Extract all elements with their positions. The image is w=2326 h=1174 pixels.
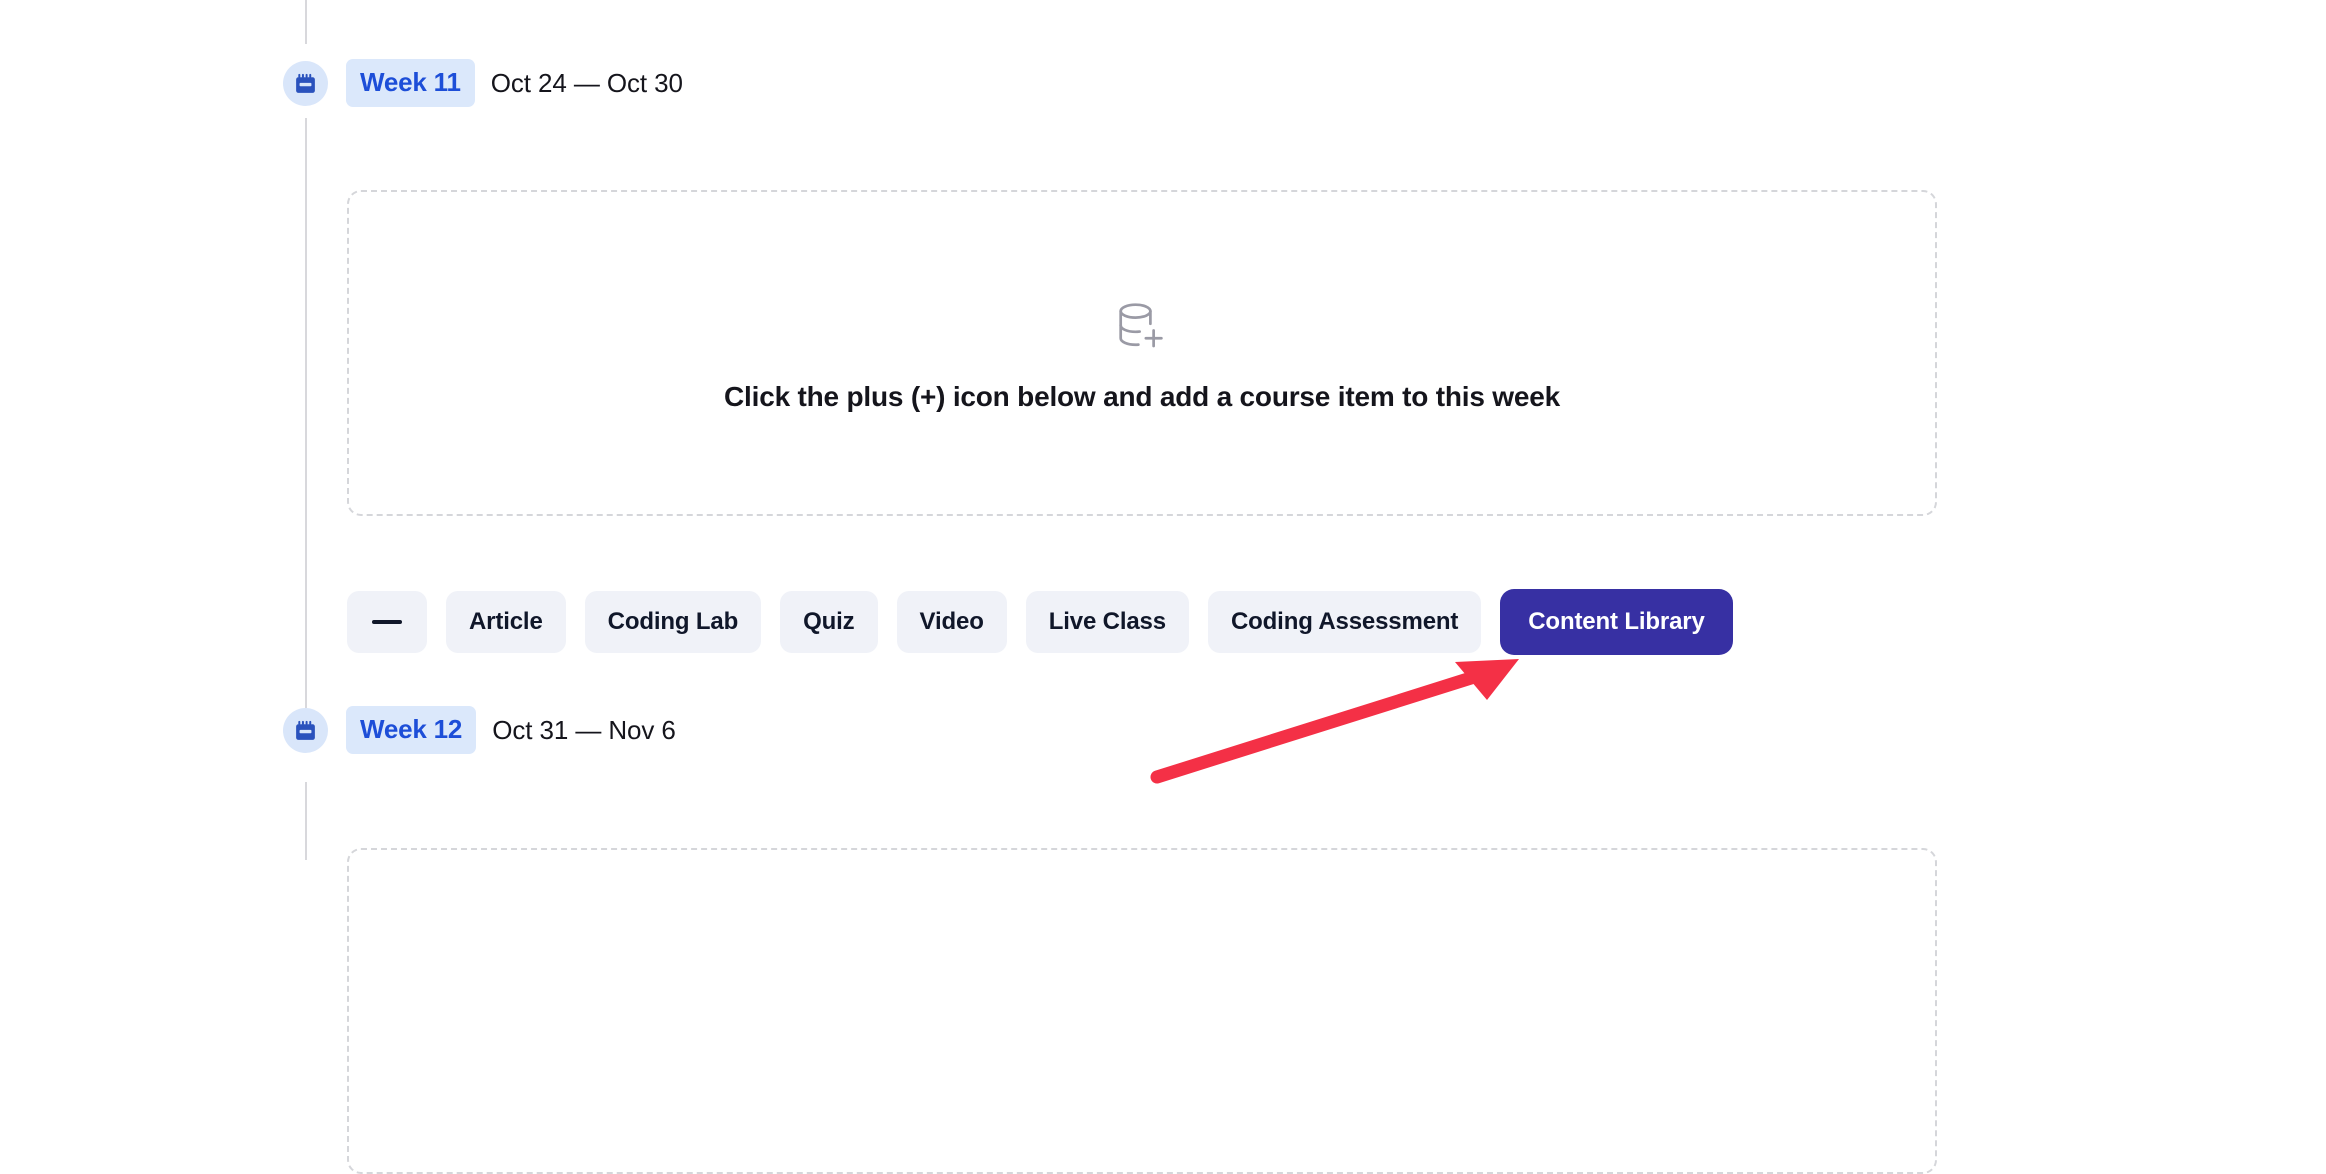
week-header-row[interactable]: Week 11 Oct 24 — Oct 30 [283, 59, 683, 107]
week-badge: Week 12 [346, 706, 477, 754]
week-date-range: Oct 24 — Oct 30 [490, 68, 683, 98]
week-empty-dropzone[interactable]: Click the plus (+) icon below and add a … [347, 190, 1937, 516]
add-coding-lab-button[interactable]: Coding Lab [584, 591, 762, 653]
timeline-rail-bottom [305, 782, 307, 860]
empty-state-message: Click the plus (+) icon below and add a … [724, 381, 1560, 412]
add-live-class-button[interactable]: Live Class [1025, 591, 1189, 653]
add-coding-assessment-button[interactable]: Coding Assessment [1207, 591, 1482, 653]
content-library-button[interactable]: Content Library [1500, 589, 1733, 655]
add-item-toolbar: Article Coding Lab Quiz Video Live Class… [347, 589, 1733, 655]
database-plus-icon [1111, 295, 1173, 357]
add-article-button[interactable]: Article [446, 591, 566, 653]
week-date-range: Oct 31 — Nov 6 [492, 715, 676, 745]
week-empty-dropzone[interactable] [347, 848, 1937, 1174]
timeline-rail-middle [305, 118, 307, 708]
minus-icon [372, 620, 402, 624]
week-badge: Week 11 [346, 59, 475, 107]
week-header-row[interactable]: Week 12 Oct 31 — Nov 6 [283, 706, 676, 754]
add-quiz-button[interactable]: Quiz [780, 591, 878, 653]
timeline-rail-top [305, 0, 307, 44]
calendar-icon [283, 60, 328, 106]
collapse-button[interactable] [347, 591, 427, 653]
calendar-icon [283, 707, 328, 753]
add-video-button[interactable]: Video [896, 591, 1007, 653]
